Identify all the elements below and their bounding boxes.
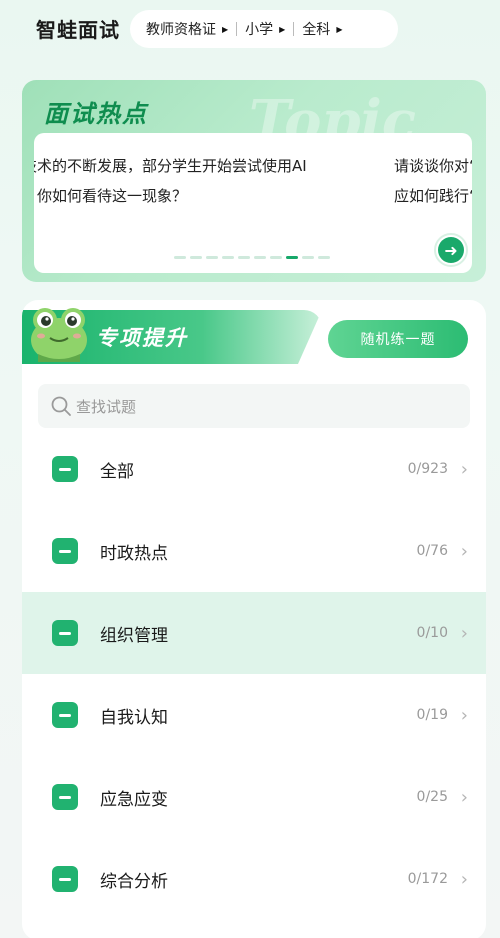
filter-level-label: 小学 <box>245 22 274 38</box>
chevron-right-icon: › <box>460 704 468 726</box>
triangle-right-icon: ▶ <box>336 24 343 34</box>
carousel-dot <box>270 256 282 259</box>
category-row-self-awareness[interactable]: 自我认知 0/19 › <box>22 674 486 756</box>
app-title: 智蛙面试 <box>36 18 120 42</box>
checkbox-minus-icon[interactable] <box>52 538 78 564</box>
category-label: 时政热点 <box>100 543 168 564</box>
filter-subject[interactable]: 全科 ▶ <box>302 19 342 39</box>
category-count: 0/76 <box>416 543 448 559</box>
carousel-dot <box>302 256 314 259</box>
category-row-organization[interactable]: 组织管理 0/10 › <box>22 592 486 674</box>
category-count: 0/923 <box>407 461 448 477</box>
special-section: 专项提升 随机练一题 查找试题 全部 0/923 › 时政热点 0/76 › 组… <box>22 300 486 938</box>
hot-topics-card: Topic 面试热点 技术的不断发展，部分学生开始尝试使用AI 。你如何看待这一… <box>22 80 486 282</box>
carousel-dot <box>318 256 330 259</box>
search-field[interactable]: 查找试题 <box>38 384 470 428</box>
arrow-right-icon: ➜ <box>438 237 464 263</box>
carousel-dot <box>190 256 202 259</box>
topic-line: 技术的不断发展，部分学生开始尝试使用AI <box>34 157 307 175</box>
carousel-dot <box>286 256 298 259</box>
category-label: 组织管理 <box>100 625 168 646</box>
next-topic-button[interactable]: ➜ <box>434 233 468 267</box>
category-row-all[interactable]: 全部 0/923 › <box>22 428 486 510</box>
filter-exam-type-label: 教师资格证 <box>146 22 216 38</box>
chevron-right-icon: › <box>460 786 468 808</box>
filter-subject-label: 全科 <box>302 22 331 38</box>
special-title: 专项提升 <box>96 326 188 350</box>
category-count: 0/172 <box>407 871 448 887</box>
checkbox-minus-icon[interactable] <box>52 620 78 646</box>
topic-line: 。你如何看待这一现象？ <box>34 187 188 205</box>
topic-line: 请谈谈你对“ <box>394 157 472 175</box>
carousel-indicator <box>174 256 330 259</box>
category-label: 全部 <box>100 461 134 482</box>
chevron-right-icon: › <box>460 622 468 644</box>
category-count: 0/25 <box>416 789 448 805</box>
hot-topics-carousel[interactable]: 技术的不断发展，部分学生开始尝试使用AI 。你如何看待这一现象？ 请谈谈你对“ … <box>34 133 472 273</box>
filter-level[interactable]: 小学 ▶ <box>245 19 285 39</box>
carousel-dot <box>222 256 234 259</box>
checkbox-minus-icon[interactable] <box>52 866 78 892</box>
category-count: 0/19 <box>416 707 448 723</box>
search-placeholder: 查找试题 <box>76 397 137 416</box>
checkbox-minus-icon[interactable] <box>52 702 78 728</box>
chevron-right-icon: › <box>460 458 468 480</box>
header: 智蛙面试 教师资格证 ▶ 小学 ▶ 全科 ▶ <box>0 0 500 60</box>
search-icon <box>51 396 71 416</box>
hot-topics-title: 面试热点 <box>44 100 148 128</box>
frog-mascot-icon <box>31 308 87 362</box>
triangle-right-icon: ▶ <box>222 24 229 34</box>
triangle-right-icon: ▶ <box>279 24 286 34</box>
carousel-dot <box>174 256 186 259</box>
divider <box>236 22 238 36</box>
carousel-dot <box>254 256 266 259</box>
category-row-comprehensive[interactable]: 综合分析 0/172 › <box>22 838 486 920</box>
category-label: 应急应变 <box>100 789 168 810</box>
chevron-right-icon: › <box>460 868 468 890</box>
category-label: 综合分析 <box>100 871 168 892</box>
random-practice-button[interactable]: 随机练一题 <box>328 320 468 358</box>
filter-bar: 教师资格证 ▶ 小学 ▶ 全科 ▶ <box>130 10 398 48</box>
category-row-emergency[interactable]: 应急应变 0/25 › <box>22 756 486 838</box>
topic-card-current[interactable]: 技术的不断发展，部分学生开始尝试使用AI 。你如何看待这一现象？ <box>34 151 352 211</box>
divider <box>293 22 295 36</box>
category-row-current-affairs[interactable]: 时政热点 0/76 › <box>22 510 486 592</box>
category-count: 0/10 <box>416 625 448 641</box>
chevron-right-icon: › <box>460 540 468 562</box>
checkbox-minus-icon[interactable] <box>52 784 78 810</box>
filter-exam-type[interactable]: 教师资格证 ▶ <box>146 19 228 39</box>
category-label: 自我认知 <box>100 707 168 728</box>
topic-line: 应如何践行“ <box>394 187 472 205</box>
topic-card-next[interactable]: 请谈谈你对“ 应如何践行“ <box>394 151 472 211</box>
carousel-dot <box>206 256 218 259</box>
checkbox-minus-icon[interactable] <box>52 456 78 482</box>
carousel-dot <box>238 256 250 259</box>
